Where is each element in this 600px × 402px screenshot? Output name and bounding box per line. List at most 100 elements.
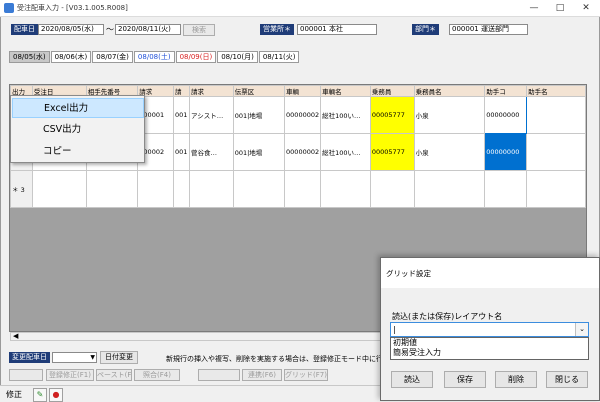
title-bar: 受注配車入力 - [V03.1.005.R008] — □ ✕ [0, 0, 600, 17]
grid-cell[interactable]: 菅谷食… [188, 133, 234, 171]
save-button[interactable]: 保存 [444, 371, 486, 388]
minimize-icon[interactable]: — [522, 1, 546, 15]
close-button[interactable]: 閉じる [546, 371, 588, 388]
grid-cell[interactable] [284, 170, 322, 208]
change-date-input[interactable]: ▼ [52, 352, 97, 363]
grid-cell[interactable] [31, 170, 87, 208]
stop-icon[interactable]: ● [49, 388, 63, 402]
menu-item-excel-export[interactable]: Excel出力 [12, 98, 144, 118]
office-field[interactable]: 000001 本社 [297, 24, 377, 35]
dropdown-option[interactable]: 簡易受注入力 [391, 348, 588, 358]
chevron-down-icon[interactable]: ⌄ [575, 323, 588, 336]
grid-cell[interactable] [413, 170, 486, 208]
row-number: 3 [20, 186, 25, 194]
app-icon [4, 3, 14, 13]
mode-label: 修正 [6, 390, 22, 399]
combo-text: | [393, 325, 396, 334]
grid-cell[interactable]: 00005777 [369, 133, 415, 171]
search-button[interactable]: 検索 [183, 24, 215, 36]
range-separator: ～ [106, 25, 114, 34]
change-date-button[interactable]: 日付変更 [100, 351, 138, 364]
grid-cell[interactable]: 001 [173, 133, 190, 171]
grid-cell[interactable] [526, 170, 586, 208]
grid-cell[interactable] [232, 170, 286, 208]
date-tabs: 08/05(水) 08/06(木) 08/07(金) 08/08(土) 08/0… [9, 51, 300, 63]
grid-cell[interactable] [173, 170, 190, 208]
col-header[interactable]: 乗務員名 [413, 85, 486, 97]
func-button-0[interactable] [9, 369, 43, 381]
dropdown-arrow-icon[interactable]: ▼ [90, 353, 95, 362]
grid-cell[interactable]: 小泉 [413, 133, 486, 171]
grid-cell[interactable] [320, 170, 371, 208]
dept-label: 部門＊ [412, 24, 439, 35]
date-from-input[interactable]: 2020/08/05(水) [38, 24, 104, 35]
pencil-icon[interactable]: ✎ [33, 388, 47, 402]
grid-cell[interactable]: 001 [173, 96, 190, 134]
func-button-5[interactable] [198, 369, 240, 381]
grid-cell[interactable]: 00000000 [484, 133, 528, 171]
dialog-title-bar: グリッド設定 [381, 258, 599, 288]
grid-cell[interactable]: 総社100い… [320, 133, 371, 171]
layout-name-combo[interactable]: | ⌄ [390, 322, 589, 337]
grid-cell[interactable] [526, 133, 586, 171]
link-button[interactable]: 連携(F6) [242, 369, 282, 381]
grid-cell[interactable] [188, 170, 234, 208]
menu-item-copy[interactable]: コピー [12, 142, 144, 162]
tab-date-0[interactable]: 08/05(水) [9, 51, 50, 63]
grid-cell[interactable] [85, 170, 139, 208]
layout-name-label: 読込(または保存)レイアウト名 [392, 312, 503, 321]
layout-dropdown-list: 初期値 簡易受注入力 [390, 337, 589, 360]
new-row-marker: ＊ [12, 186, 19, 194]
tab-date-1[interactable]: 08/06(木) [50, 51, 92, 63]
grid-cell[interactable]: 001|地場 [232, 96, 286, 134]
status-bar: 修正 ✎ ● [0, 385, 380, 402]
col-header[interactable]: 請 [173, 85, 190, 97]
row-header[interactable]: ＊ 3 [10, 170, 33, 208]
office-label: 営業所＊ [260, 24, 294, 35]
grid-cell[interactable]: 00000000 [484, 96, 528, 134]
tab-date-5[interactable]: 08/10(月) [217, 51, 258, 63]
tab-date-6[interactable]: 08/11(火) [258, 51, 300, 63]
grid-cell[interactable]: 001|地場 [232, 133, 286, 171]
window-title: 受注配車入力 - [V03.1.005.R008] [17, 4, 128, 12]
table-row-new[interactable]: ＊ 3 [10, 170, 586, 208]
collate-button[interactable]: 照合(F4) [134, 369, 180, 381]
grid-cell[interactable]: 00000002 [284, 133, 322, 171]
grid-button[interactable]: グリッド(F7) [284, 369, 328, 381]
grid-cell[interactable] [484, 170, 528, 208]
maximize-icon[interactable]: □ [548, 1, 572, 15]
dept-field[interactable]: 000001 運送部門 [449, 24, 528, 35]
tab-date-3[interactable]: 08/08(土) [133, 51, 175, 63]
paste-button[interactable]: ペースト(F3) [96, 369, 132, 381]
grid-cell[interactable] [526, 96, 586, 134]
menu-item-csv-export[interactable]: CSV出力 [12, 120, 144, 140]
dialog-title: グリッド設定 [386, 269, 431, 278]
grid-cell[interactable]: アシスト… [188, 96, 234, 134]
grid-cell[interactable]: 00005777 [369, 96, 415, 134]
close-icon[interactable]: ✕ [574, 1, 598, 15]
tab-date-2[interactable]: 08/07(金) [92, 51, 133, 63]
col-header[interactable]: 助手名 [526, 85, 586, 97]
scroll-left-icon[interactable]: ◀ [13, 333, 18, 340]
delete-button[interactable]: 削除 [495, 371, 537, 388]
change-date-label: 変更配車日 [9, 352, 50, 363]
col-header[interactable]: 車輌名 [320, 85, 371, 97]
col-header[interactable]: 請求 [188, 85, 234, 97]
tab-date-4[interactable]: 08/09(日) [175, 51, 217, 63]
grid-cell[interactable]: 総社100い… [320, 96, 371, 134]
col-header[interactable]: 乗務員 [369, 85, 415, 97]
register-edit-button[interactable]: 登録修正(F1) [46, 369, 94, 381]
grid-cell[interactable] [137, 170, 175, 208]
context-menu: Excel出力 CSV出力 コピー [10, 95, 145, 163]
dropdown-option[interactable]: 初期値 [391, 338, 588, 348]
grid-cell[interactable] [369, 170, 415, 208]
col-header[interactable]: 伝票区 [232, 85, 286, 97]
date-to-input[interactable]: 2020/08/11(火) [115, 24, 181, 35]
grid-cell[interactable]: 00000002 [284, 96, 322, 134]
col-header[interactable]: 助手コ [484, 85, 528, 97]
notice-text: 新規行の挿入や複写、削除を実施する場合は、登録修正モード中に行 [166, 355, 380, 363]
load-button[interactable]: 読込 [391, 371, 433, 388]
dispatch-date-label: 配車日 [11, 24, 38, 35]
grid-cell[interactable]: 小泉 [413, 96, 486, 134]
col-header[interactable]: 車輌 [284, 85, 322, 97]
